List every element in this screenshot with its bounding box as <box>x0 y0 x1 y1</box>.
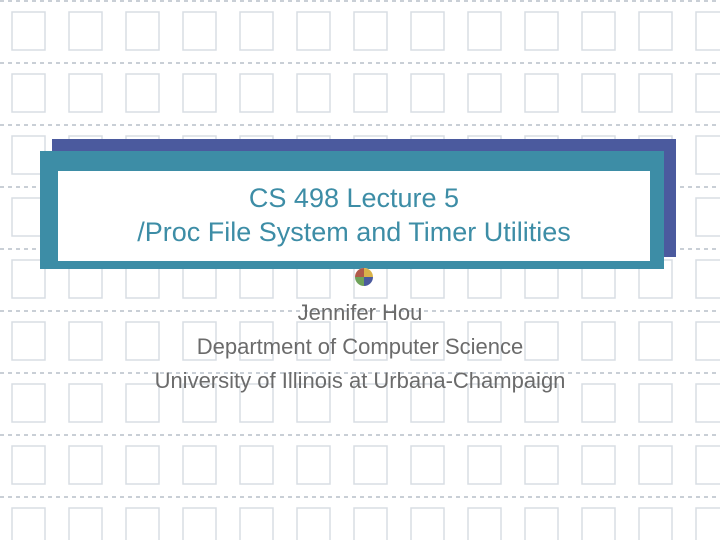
affiliation: University of Illinois at Urbana-Champai… <box>0 364 720 398</box>
subtitle-block: Jennifer Hou Department of Computer Scie… <box>0 296 720 398</box>
title-line-1: CS 498 Lecture 5 <box>249 182 459 216</box>
title-inner: CS 498 Lecture 5 /Proc File System and T… <box>58 171 650 261</box>
title-line-2: /Proc File System and Timer Utilities <box>137 216 571 250</box>
title-block: CS 498 Lecture 5 /Proc File System and T… <box>40 145 680 263</box>
department: Department of Computer Science <box>0 330 720 364</box>
decorative-quadrant-icon <box>355 268 373 286</box>
slide-content: CS 498 Lecture 5 /Proc File System and T… <box>0 0 720 540</box>
title-frame-front: CS 498 Lecture 5 /Proc File System and T… <box>40 151 664 269</box>
author-name: Jennifer Hou <box>0 296 720 330</box>
